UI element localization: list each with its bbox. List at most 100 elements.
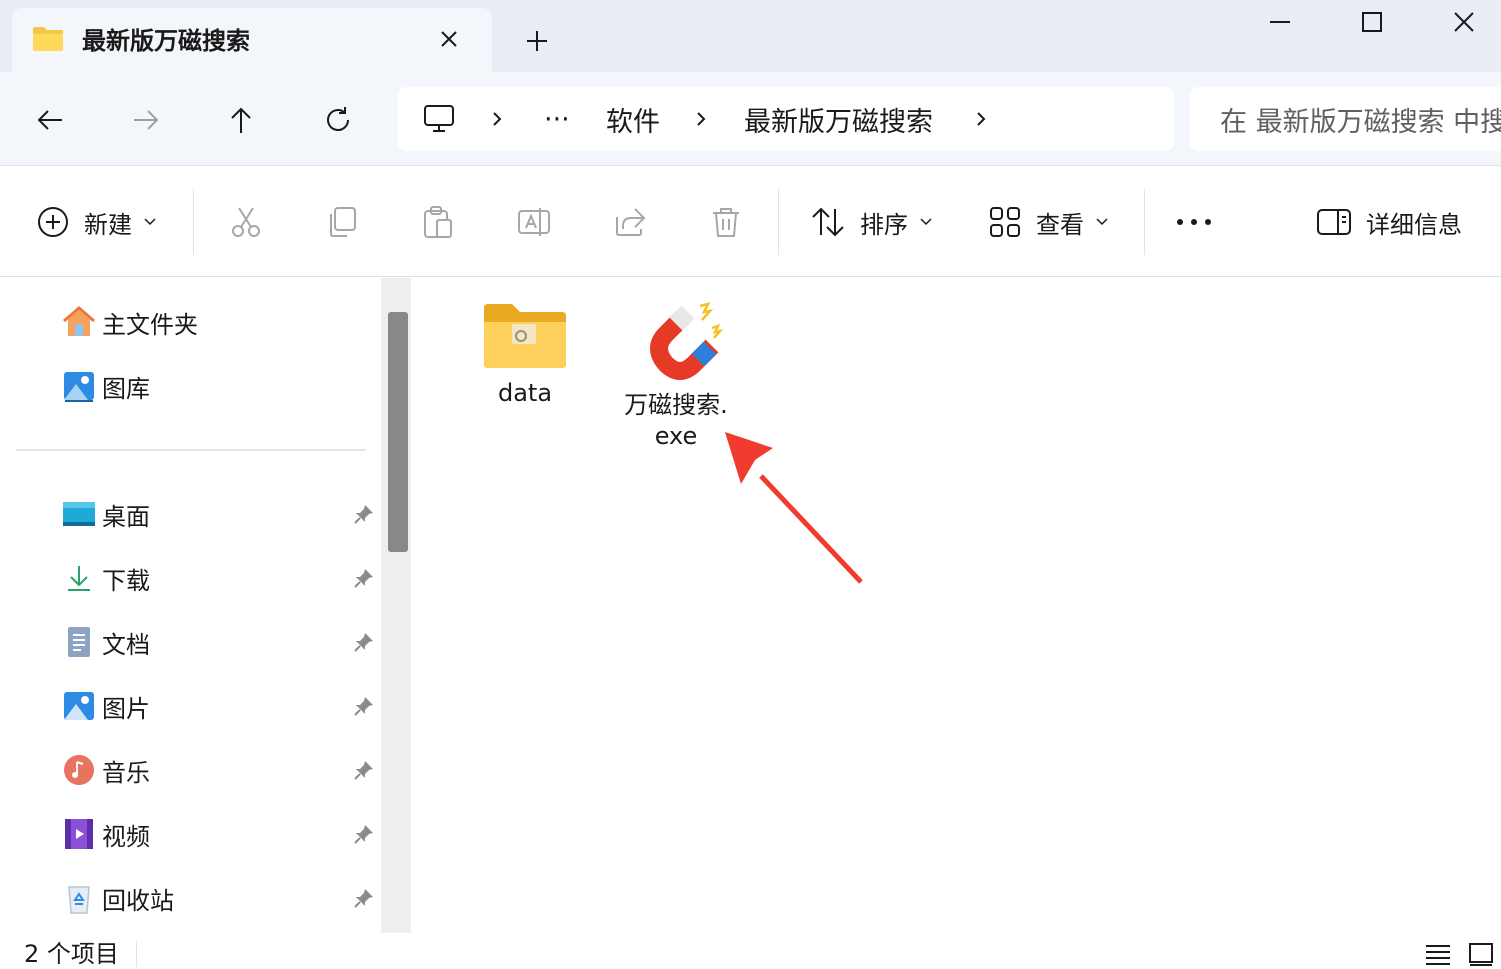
sidebar-item-home[interactable]: 主文件夹 [62,298,198,346]
command-bar: 新建 排序 查看 详细信息 [0,167,1501,277]
maximize-icon [1362,12,1382,32]
details-view-button[interactable] [1423,939,1453,969]
address-bar[interactable]: ··· 软件 最新版万磁搜索 [398,87,1174,151]
view-button[interactable]: 查看 [988,197,1108,247]
chevron-right-icon[interactable] [694,87,708,151]
sidebar-scrollbar-thumb[interactable] [388,312,408,552]
share-icon [616,208,646,236]
sort-icon [812,207,844,237]
tiles-view-icon [1469,943,1493,966]
view-label: 查看 [1036,210,1084,239]
chevron-right-icon[interactable] [974,87,988,151]
sidebar-item-label: 图片 [102,694,150,723]
tab-current[interactable]: 最新版万磁搜索 [12,8,492,74]
sort-label: 排序 [860,210,908,239]
close-tab-button[interactable] [434,24,464,54]
paste-button[interactable] [421,197,455,247]
delete-button[interactable] [709,197,743,247]
forward-button[interactable] [124,98,168,142]
arrow-left-icon [37,110,62,130]
item-count: 2 个项目 [24,940,119,968]
large-icons-view-button[interactable] [1466,939,1496,969]
new-button[interactable]: 新建 [36,197,156,247]
sidebar-item-music[interactable]: 音乐 [62,746,150,794]
sidebar-item-label: 文档 [102,630,150,659]
folder-icon [32,26,64,52]
pin-icon[interactable] [352,886,376,910]
plus-circle-icon [38,207,68,237]
chevron-down-icon [1096,218,1108,226]
status-divider [136,941,137,967]
folder-icon [484,304,566,368]
cut-button[interactable] [229,197,263,247]
details-pane-button[interactable]: 详细信息 [1316,197,1462,247]
rename-button[interactable] [517,197,551,247]
this-pc-button[interactable] [422,87,456,151]
maximize-button[interactable] [1344,2,1400,42]
arrow-right-icon [134,110,159,130]
toolbar-divider [1144,189,1145,255]
navigation-pane: 主文件夹 图库 桌面 下载 文档 图片 音乐 视频 回收站 [0,278,411,933]
pin-icon[interactable] [352,822,376,846]
new-tab-button[interactable] [520,24,554,58]
sidebar-item-label: 桌面 [102,502,150,531]
tab-title: 最新版万磁搜索 [82,27,250,55]
pin-icon[interactable] [352,566,376,590]
sidebar-item-downloads[interactable]: 下载 [62,554,150,602]
close-icon [1454,12,1474,32]
refresh-icon [327,107,349,131]
home-icon [62,305,96,339]
sidebar-item-videos[interactable]: 视频 [62,810,150,858]
toolbar-divider [193,189,194,255]
close-icon [441,31,457,47]
address-overflow-button[interactable]: ··· [544,87,570,151]
search-input[interactable]: 在 最新版万磁搜索 中搜 [1190,87,1501,151]
chevron-down-icon [144,218,156,226]
gallery-icon [62,369,96,403]
sidebar-item-documents[interactable]: 文档 [62,618,150,666]
videos-icon [62,817,96,851]
pin-icon[interactable] [352,630,376,654]
music-icon [62,753,96,787]
pin-icon[interactable] [352,502,376,526]
sidebar-item-label: 下载 [102,566,150,595]
sidebar-item-desktop[interactable]: 桌面 [62,490,150,538]
refresh-button[interactable] [316,98,360,142]
sidebar-item-label: 视频 [102,822,150,851]
sidebar-item-label: 音乐 [102,758,150,787]
status-bar: 2 个项目 [0,933,1501,969]
copy-icon [330,207,356,237]
sidebar-item-pictures[interactable]: 图片 [62,682,150,730]
breadcrumb-software[interactable]: 软件 [606,87,660,151]
pin-icon[interactable] [352,694,376,718]
scissors-icon [232,207,260,237]
monitor-icon [424,105,454,132]
grid-view-icon [990,207,1020,237]
up-button[interactable] [219,98,263,142]
navigation-bar: ··· 软件 最新版万磁搜索 在 最新版万磁搜索 中搜 [0,72,1501,166]
share-button[interactable] [613,197,647,247]
paste-icon [424,206,452,238]
pin-icon[interactable] [352,758,376,782]
chevron-right-icon[interactable] [490,87,504,151]
title-bar: 最新版万磁搜索 [0,0,1501,74]
sidebar-item-recycle-bin[interactable]: 回收站 [62,874,174,922]
back-button[interactable] [28,98,72,142]
plus-icon [527,31,547,51]
copy-button[interactable] [325,197,359,247]
download-icon [62,561,96,595]
sort-button[interactable]: 排序 [810,197,932,247]
close-window-button[interactable] [1436,2,1492,42]
folder-item-data[interactable]: data [450,298,600,409]
annotation-arrow [725,432,863,584]
minimize-button[interactable] [1252,2,1308,42]
arrow-up-icon [231,107,251,133]
sidebar-item-gallery[interactable]: 图库 [62,362,150,410]
recycle-bin-icon [62,881,96,915]
magnet-app-icon [650,302,724,380]
breadcrumb-current-folder[interactable]: 最新版万磁搜索 [744,87,933,151]
desktop-icon [62,497,96,531]
details-pane-icon [1317,209,1351,235]
more-options-button[interactable] [1174,197,1214,247]
new-label: 新建 [84,210,132,239]
